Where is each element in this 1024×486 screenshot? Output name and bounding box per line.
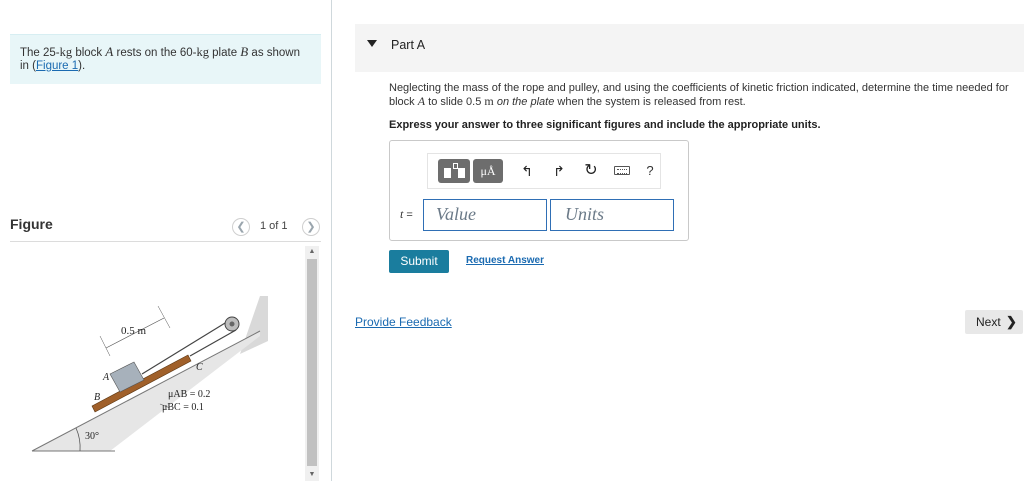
chevron-right-icon[interactable]: ❯ <box>302 218 320 236</box>
problem-text: block <box>72 47 106 59</box>
part-a-title: Part A <box>391 38 426 52</box>
unit-kg: kg <box>196 45 209 59</box>
template-icon[interactable] <box>438 159 470 183</box>
help-icon[interactable]: ? <box>641 162 659 180</box>
question-line: to slide 0.5 <box>425 96 485 108</box>
submit-button[interactable]: Submit <box>389 250 449 273</box>
equals-sign: = <box>403 209 413 221</box>
provide-feedback-link[interactable]: Provide Feedback <box>355 315 452 329</box>
problem-statement: The 25-kg block A rests on the 60-kg pla… <box>10 34 321 84</box>
incline-line <box>31 330 261 452</box>
question-emphasis: on the plate <box>496 96 555 108</box>
question-line: block <box>389 96 418 108</box>
panel-divider <box>331 0 332 481</box>
distance-label: 0.5 m <box>121 325 147 337</box>
mu-bc-label: μBC = 0.1 <box>162 402 204 413</box>
part-a-header[interactable]: Part A <box>355 24 1024 72</box>
answer-variable-label: t = <box>400 207 413 222</box>
request-answer-link[interactable]: Request Answer <box>466 255 544 266</box>
problem-text: rests on the 60- <box>113 47 197 59</box>
unit-kg: kg <box>59 45 73 59</box>
figure-pager-text: 1 of 1 <box>260 220 288 232</box>
next-label: Next <box>976 315 1001 329</box>
figure-link[interactable]: Figure 1 <box>36 60 78 72</box>
scroll-down-icon[interactable]: ▼ <box>305 469 319 481</box>
reset-icon[interactable]: ↻ <box>582 162 600 180</box>
next-button[interactable]: Next ❯ <box>965 310 1023 334</box>
redo-icon[interactable]: ↱ <box>550 162 568 180</box>
pulley-axle <box>229 321 235 327</box>
value-input[interactable]: Value <box>423 199 547 231</box>
answer-box: μÅ ↰ ↱ ↻ ? t = Value Units <box>389 140 689 241</box>
keyboard-icon[interactable] <box>614 166 630 175</box>
unit-m: m <box>484 94 494 108</box>
dimension-tick <box>99 335 111 357</box>
units-symbol-button[interactable]: μÅ <box>473 159 503 183</box>
units-input[interactable]: Units <box>550 199 674 231</box>
question-line: when the system is released from rest. <box>554 96 746 108</box>
figure-diagram: 0.5 m A B C μAB = 0.2 μBC = 0.1 30° <box>10 246 310 481</box>
figure-title: Figure <box>10 216 53 232</box>
chevron-right-icon: ❯ <box>1006 314 1017 329</box>
problem-text: ). <box>78 60 86 72</box>
scroll-thumb[interactable] <box>307 259 317 466</box>
left-panel: The 25-kg block A rests on the 60-kg pla… <box>0 0 332 481</box>
var-a: A <box>417 94 426 108</box>
incline-diagram: 0.5 m A B C μAB = 0.2 μBC = 0.1 30° <box>31 296 268 452</box>
scroll-up-icon[interactable]: ▲ <box>305 246 319 258</box>
caret-down-icon[interactable] <box>367 40 377 47</box>
figure-scrollbar[interactable]: ▲ ▼ <box>305 246 319 481</box>
question-text: Neglecting the mass of the rope and pull… <box>389 82 1021 109</box>
problem-text: in ( <box>20 60 36 72</box>
label-b: B <box>94 392 100 403</box>
chevron-left-icon[interactable]: ❮ <box>232 218 250 236</box>
label-c: C <box>196 362 203 373</box>
answer-instructions: Express your answer to three significant… <box>389 119 821 131</box>
dimension-tick <box>157 305 171 329</box>
angle-label: 30° <box>85 431 99 442</box>
figure-header: Figure ❮ 1 of 1 ❯ <box>10 212 321 242</box>
problem-text: plate <box>208 47 241 59</box>
question-line: Neglecting the mass of the rope and pull… <box>389 82 1009 94</box>
math-toolbar: μÅ ↰ ↱ ↻ ? <box>427 153 661 189</box>
undo-icon[interactable]: ↰ <box>518 162 536 180</box>
problem-text: The 25- <box>20 47 60 59</box>
mu-ab-label: μAB = 0.2 <box>168 389 210 400</box>
label-a: A <box>102 372 110 383</box>
problem-text: as shown <box>248 47 301 59</box>
